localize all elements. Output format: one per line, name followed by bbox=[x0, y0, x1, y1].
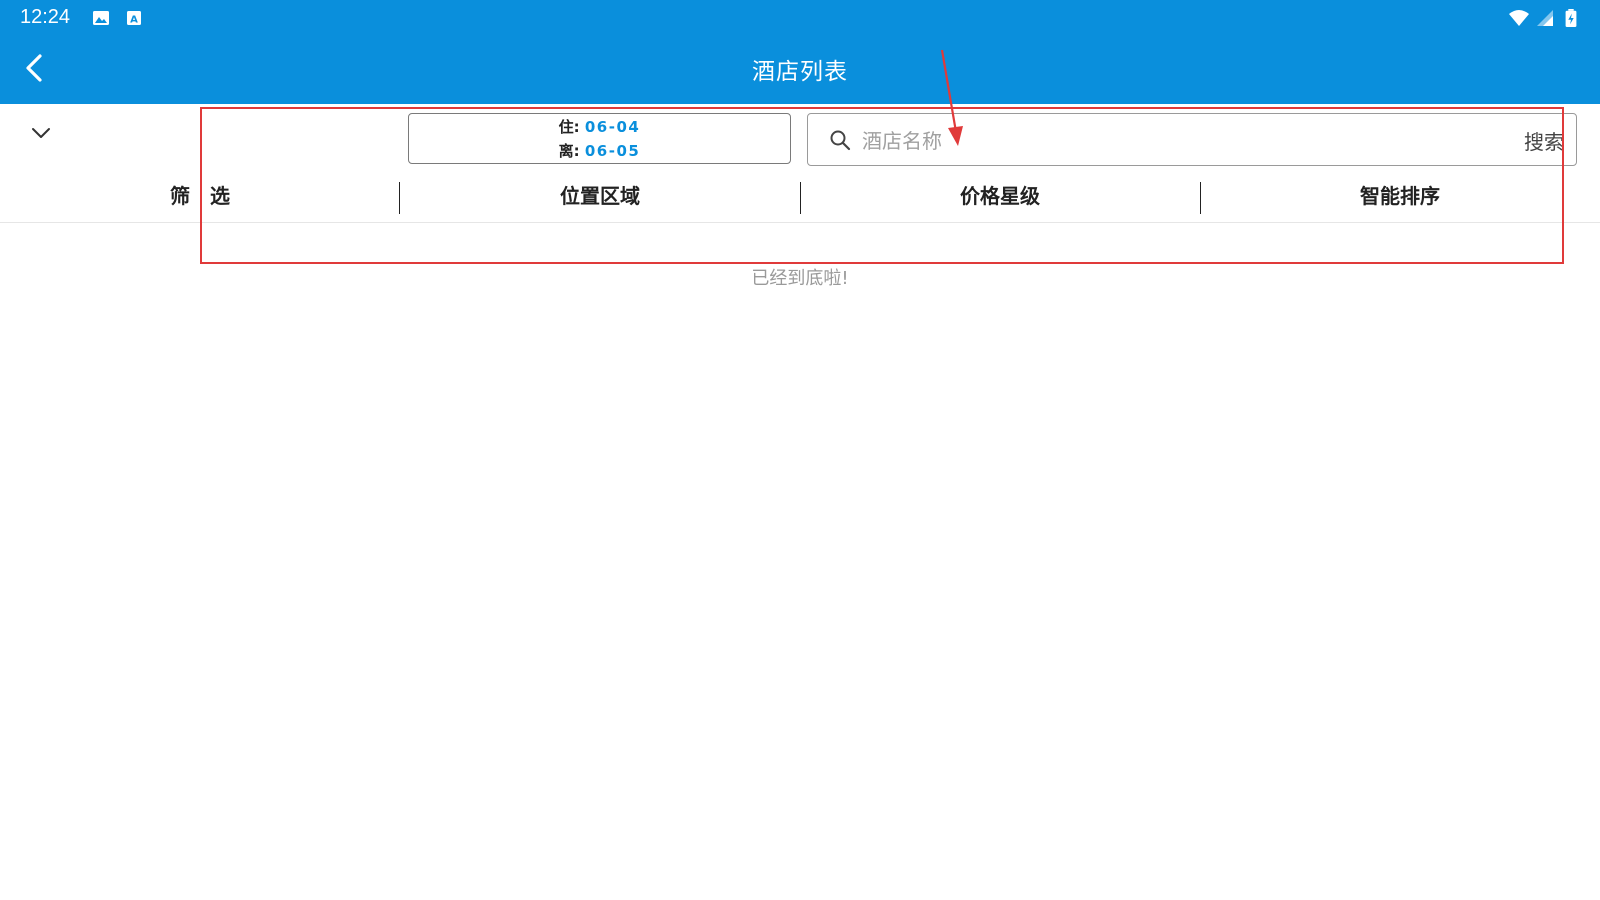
app-bar: 酒店列表 bbox=[0, 36, 1600, 104]
app-notification-icon: A bbox=[127, 11, 141, 26]
search-icon bbox=[830, 130, 851, 151]
battery-icon bbox=[1565, 9, 1577, 27]
checkin-row: 住: 06-04 bbox=[409, 116, 790, 137]
chevron-down-icon[interactable] bbox=[28, 120, 54, 146]
image-notification-icon bbox=[93, 11, 109, 25]
checkout-label: 离: bbox=[558, 142, 580, 160]
date-picker[interactable]: 住: 06-04 离: 06-05 bbox=[408, 113, 791, 164]
cell-signal-icon bbox=[1537, 10, 1553, 26]
status-bar: 12:24 A bbox=[0, 0, 1600, 36]
tab-price-star[interactable]: 价格星级 bbox=[800, 176, 1200, 222]
tab-filter[interactable]: 筛 选 bbox=[0, 176, 400, 222]
tab-location[interactable]: 位置区域 bbox=[400, 176, 800, 222]
search-button[interactable]: 搜索 bbox=[1524, 126, 1564, 155]
svg-text:A: A bbox=[130, 15, 138, 26]
wifi-icon bbox=[1509, 10, 1529, 26]
status-time: 12:24 bbox=[20, 6, 71, 28]
checkout-row: 离: 06-05 bbox=[409, 140, 790, 161]
search-input[interactable] bbox=[860, 122, 1464, 160]
list-end-text: 已经到底啦! bbox=[751, 268, 849, 289]
checkout-date: 06-05 bbox=[584, 142, 641, 160]
page-title: 酒店列表 bbox=[752, 59, 848, 85]
checkin-label: 住: bbox=[558, 118, 580, 136]
tab-smart-sort[interactable]: 智能排序 bbox=[1200, 176, 1600, 222]
checkin-date: 06-04 bbox=[584, 118, 641, 136]
search-bar: 搜索 bbox=[807, 113, 1577, 166]
filter-tabs: 筛 选 位置区域 价格星级 智能排序 bbox=[0, 176, 1600, 223]
